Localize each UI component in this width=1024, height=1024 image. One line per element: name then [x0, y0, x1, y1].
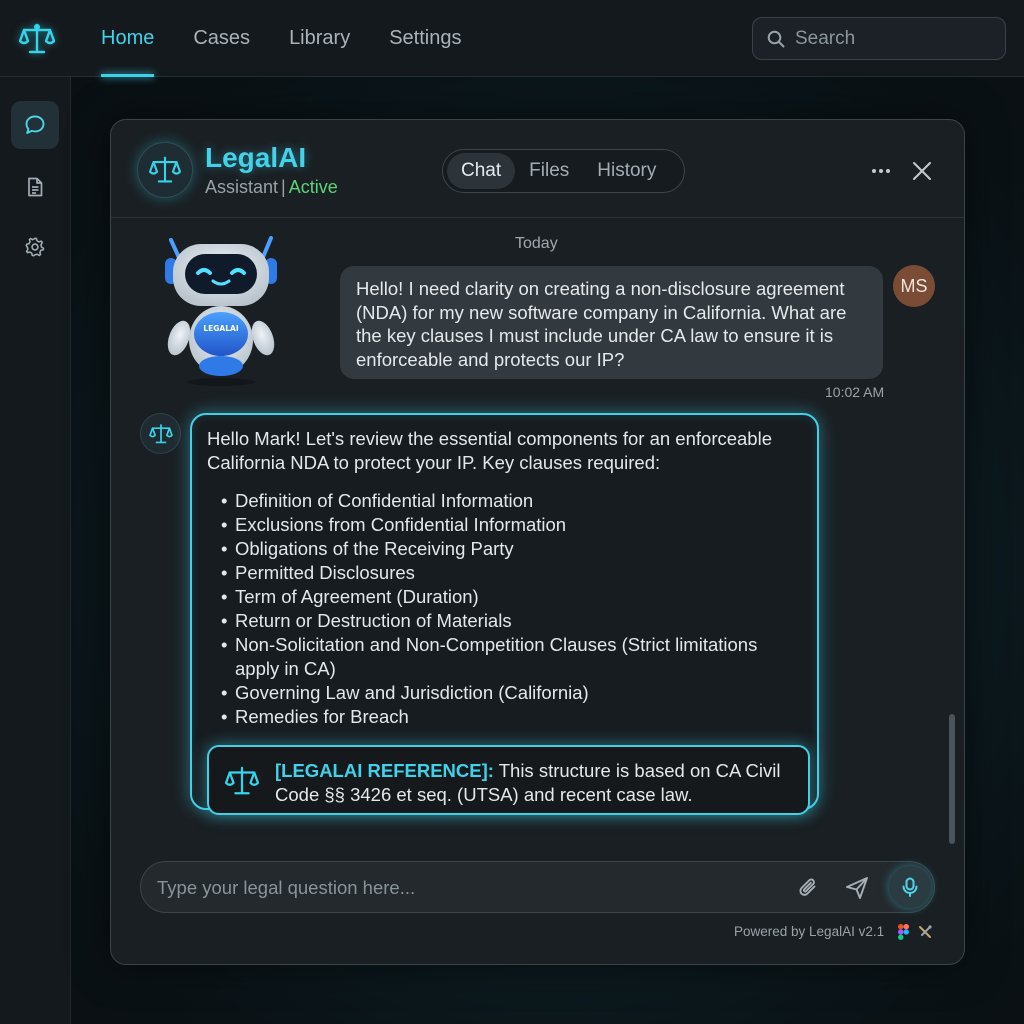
chat-scrollbar[interactable]	[949, 714, 955, 844]
tab-history[interactable]: History	[583, 153, 670, 189]
nav-settings[interactable]: Settings	[389, 0, 461, 77]
chat-tabs: Chat Files History	[442, 149, 685, 193]
assistant-message-avatar	[140, 413, 181, 454]
tools-icon	[919, 925, 932, 938]
status-separator: |	[281, 177, 286, 197]
document-icon	[28, 177, 43, 197]
scales-of-justice-icon	[225, 766, 259, 795]
list-item: Obligations of the Receiving Party	[221, 537, 802, 561]
list-item: Definition of Confidential Information	[221, 489, 802, 513]
list-item: Non-Solicitation and Non-Competition Cla…	[221, 633, 802, 681]
assistant-status: Assistant | Active	[205, 177, 338, 198]
top-navigation-bar: Home Cases Library Settings	[0, 0, 1024, 77]
main-nav: Home Cases Library Settings	[101, 0, 500, 77]
user-message: Hello! I need clarity on creating a non-…	[340, 266, 883, 379]
powered-by-label: Powered by LegalAI v2.1	[734, 924, 885, 939]
list-item: Remedies for Breach	[221, 705, 802, 729]
search-icon	[767, 30, 785, 47]
assistant-message: Hello Mark! Let's review the essential c…	[190, 413, 819, 815]
message-timestamp: 10:02 AM	[825, 384, 885, 400]
assistant-name: LegalAI	[205, 142, 307, 173]
more-options-icon[interactable]	[870, 160, 892, 182]
paperclip-icon[interactable]	[796, 875, 822, 901]
chat-bubble-icon	[25, 115, 45, 134]
nav-cases[interactable]: Cases	[193, 0, 250, 77]
scales-of-justice-icon	[149, 156, 181, 183]
robot-mascot-icon: LEGALAI	[165, 236, 277, 386]
microphone-icon	[902, 877, 918, 897]
rail-chat-button[interactable]	[11, 101, 59, 149]
tab-chat[interactable]: Chat	[447, 153, 516, 189]
tab-files[interactable]: Files	[515, 153, 583, 189]
microphone-button[interactable]	[889, 866, 931, 908]
search-input[interactable]	[795, 27, 995, 50]
gear-icon	[25, 237, 45, 257]
side-rail	[0, 77, 71, 1024]
send-icon[interactable]	[844, 875, 870, 901]
list-item: Permitted Disclosures	[221, 561, 802, 585]
message-input[interactable]	[157, 875, 757, 901]
assistant-intro: Hello Mark! Let's review the essential c…	[207, 428, 772, 473]
user-avatar[interactable]: MS	[893, 265, 935, 307]
rail-settings-button[interactable]	[11, 223, 59, 271]
day-separator: Today	[515, 235, 558, 252]
list-item: Exclusions from Confidential Information	[221, 513, 802, 537]
key-clauses-list: Definition of Confidential Information E…	[207, 489, 802, 729]
list-item: Term of Agreement (Duration)	[221, 585, 802, 609]
figma-icon	[898, 924, 909, 940]
scales-of-justice-icon[interactable]	[18, 22, 56, 56]
scales-of-justice-icon	[148, 423, 173, 443]
nav-home[interactable]: Home	[101, 0, 155, 77]
legal-reference-card: [LEGALAI REFERENCE]: This structure is b…	[207, 745, 810, 815]
reference-tag: [LEGALAI REFERENCE]:	[275, 760, 494, 781]
rail-documents-button[interactable]	[11, 163, 59, 211]
list-item: Return or Destruction of Materials	[221, 609, 802, 633]
robot-badge-label: LEGALAI	[203, 324, 238, 333]
search-box	[752, 17, 1006, 60]
chat-window: LegalAI Assistant | Active Chat Files Hist…	[110, 119, 965, 965]
chat-header: LegalAI Assistant | Active Chat Files Hist…	[111, 120, 964, 218]
close-icon[interactable]	[911, 160, 933, 182]
legalai-avatar	[137, 142, 193, 198]
assistant-role: Assistant	[205, 177, 279, 197]
nav-library[interactable]: Library	[289, 0, 350, 77]
message-composer	[140, 861, 935, 913]
list-item: Governing Law and Jurisdiction (Californ…	[221, 681, 802, 705]
status-active: Active	[288, 177, 338, 197]
